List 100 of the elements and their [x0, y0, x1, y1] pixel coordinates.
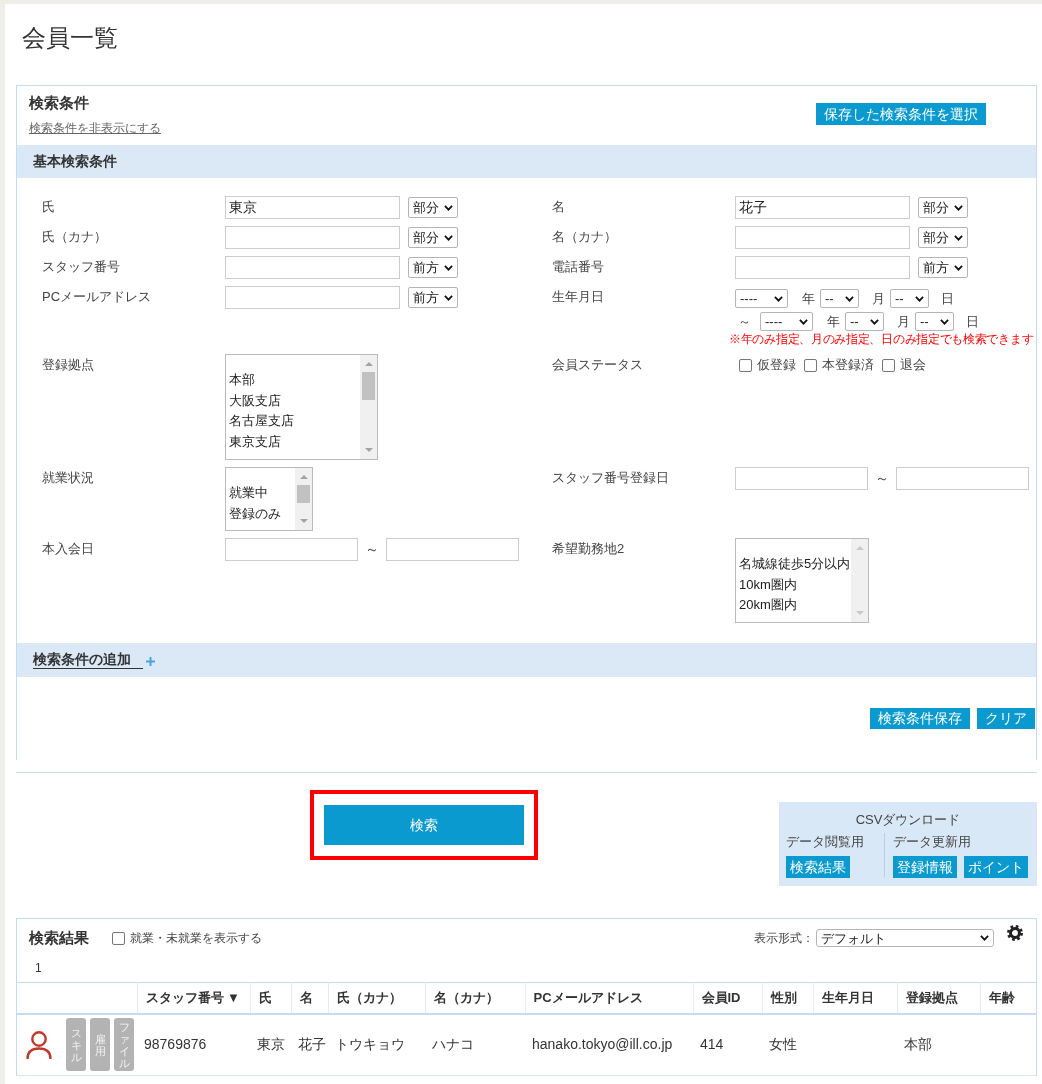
- chevron-down-icon: [444, 294, 453, 301]
- checkbox[interactable]: [112, 931, 125, 945]
- text-field[interactable]: [225, 256, 400, 279]
- listbox-option[interactable]: 大阪支店: [229, 390, 281, 412]
- day-dropdown[interactable]: --: [915, 312, 954, 331]
- scroll-up-icon[interactable]: [855, 546, 864, 550]
- match-dropdown[interactable]: 部分: [918, 197, 968, 218]
- listbox-option[interactable]: 就業中: [229, 483, 268, 504]
- settings-icon[interactable]: [1007, 925, 1023, 941]
- listbox[interactable]: 就業中 登録のみ: [225, 467, 313, 531]
- match-dropdown[interactable]: 部分: [408, 197, 458, 218]
- column-header[interactable]: スタッフ番号 ▼: [137, 982, 250, 1014]
- field-label: 氏: [42, 198, 55, 216]
- section-header: 基本検索条件: [17, 145, 1036, 178]
- range-separator: ～: [365, 540, 379, 559]
- field-label: 登録拠点: [42, 356, 94, 374]
- field-label: スタッフ番号: [42, 258, 120, 276]
- listbox-option[interactable]: 本部: [229, 370, 255, 391]
- date-unit: 日: [966, 312, 979, 331]
- date-unit: 月: [897, 312, 910, 331]
- field-label: 表示形式：: [754, 930, 814, 947]
- listbox[interactable]: 本部 大阪支店 名古屋支店 東京支店: [225, 354, 378, 460]
- checkbox-label: 就業・未就業を表示する: [130, 930, 262, 947]
- match-dropdown[interactable]: 前方: [408, 257, 458, 278]
- field-label: 希望勤務地2: [552, 540, 625, 558]
- chevron-down-icon: [915, 295, 924, 302]
- day-dropdown[interactable]: --: [890, 289, 929, 308]
- match-dropdown[interactable]: 部分: [408, 227, 458, 248]
- month-dropdown[interactable]: --: [845, 312, 884, 331]
- field-label: 氏（カナ）: [42, 228, 107, 246]
- text-field[interactable]: [225, 226, 400, 249]
- month-dropdown[interactable]: --: [820, 289, 859, 308]
- listbox[interactable]: 名城線徒歩5分以内 10km圏内 20km圏内: [735, 538, 869, 623]
- match-dropdown[interactable]: 前方: [408, 287, 458, 308]
- scrollbar[interactable]: [851, 539, 868, 622]
- scrollbar[interactable]: [360, 355, 377, 459]
- listbox-option[interactable]: 名城線徒歩5分以内: [739, 554, 851, 575]
- checkbox-label: 仮登録: [757, 356, 796, 375]
- match-dropdown[interactable]: 前方: [918, 257, 968, 278]
- listbox-option[interactable]: 20km圏内: [739, 595, 797, 617]
- text-field[interactable]: [386, 538, 519, 561]
- text-field[interactable]: 東京: [225, 196, 400, 219]
- year-dropdown[interactable]: ----: [760, 312, 813, 331]
- csv-title: CSVダウンロード: [855, 811, 961, 828]
- listbox-option[interactable]: 登録のみ: [229, 503, 281, 525]
- listbox-option[interactable]: 名古屋支店: [229, 411, 294, 433]
- checkbox[interactable]: [882, 358, 895, 372]
- column-header: 年齢: [980, 982, 1036, 1014]
- table-cell: 花子: [291, 1013, 328, 1076]
- column-header: 氏（カナ）: [328, 982, 425, 1014]
- chevron-down-icon: [954, 264, 963, 271]
- chevron-down-icon: [774, 295, 783, 302]
- date-unit: 日: [941, 289, 954, 308]
- field-label: 名: [552, 198, 565, 216]
- person-icon: [26, 1030, 52, 1059]
- checkbox[interactable]: [739, 358, 752, 372]
- field-label: 就業状況: [42, 469, 94, 487]
- page-title: 会員一覧: [22, 23, 118, 53]
- scrollbar-thumb[interactable]: [297, 485, 310, 503]
- scroll-up-icon[interactable]: [299, 475, 308, 479]
- field-label: 本入会日: [42, 540, 94, 558]
- text-field[interactable]: [735, 226, 910, 249]
- date-unit: 年: [827, 312, 840, 331]
- hide-conditions-link[interactable]: 検索条件を非表示にする: [29, 120, 161, 136]
- table-cell: 本部: [897, 1013, 980, 1076]
- text-field[interactable]: [225, 286, 400, 309]
- text-field[interactable]: [735, 467, 868, 490]
- display-format-dropdown[interactable]: デフォルト: [816, 929, 994, 947]
- field-label: 会員ステータス: [552, 356, 643, 374]
- year-dropdown[interactable]: ----: [735, 289, 788, 308]
- scroll-up-icon[interactable]: [364, 362, 373, 366]
- page-link[interactable]: 1: [35, 960, 42, 976]
- text-field[interactable]: 花子: [735, 196, 910, 219]
- scroll-down-icon[interactable]: [855, 611, 864, 615]
- table-cell: ハナコ: [425, 1013, 525, 1076]
- text-field[interactable]: [225, 538, 358, 561]
- range-separator: ～: [738, 312, 751, 331]
- column-header: 登録拠点: [897, 982, 980, 1014]
- scroll-down-icon[interactable]: [364, 448, 373, 452]
- scrollbar[interactable]: [295, 468, 312, 530]
- text-field[interactable]: [896, 467, 1029, 490]
- scroll-down-icon[interactable]: [299, 519, 308, 523]
- field-label: 生年月日: [552, 288, 604, 306]
- column-header: 氏: [250, 982, 291, 1014]
- scrollbar-thumb[interactable]: [362, 372, 375, 400]
- checkbox[interactable]: [804, 358, 817, 372]
- column-header: 会員ID: [693, 982, 762, 1014]
- column-header: 生年月日: [813, 982, 897, 1014]
- chevron-down-icon: [980, 935, 989, 941]
- column-header: 性別: [762, 982, 813, 1014]
- match-dropdown[interactable]: 部分: [918, 227, 968, 248]
- plus-icon[interactable]: [146, 657, 155, 666]
- text-field[interactable]: [735, 256, 910, 279]
- checkbox-label: 退会: [900, 356, 926, 375]
- listbox-option[interactable]: 東京支店: [229, 432, 281, 453]
- listbox-option[interactable]: 10km圏内: [739, 574, 797, 596]
- column-header: 名（カナ）: [425, 982, 525, 1014]
- field-label: 電話番号: [552, 258, 604, 276]
- add-conditions-link[interactable]: 検索条件の追加: [33, 651, 143, 669]
- chevron-down-icon: [870, 318, 879, 325]
